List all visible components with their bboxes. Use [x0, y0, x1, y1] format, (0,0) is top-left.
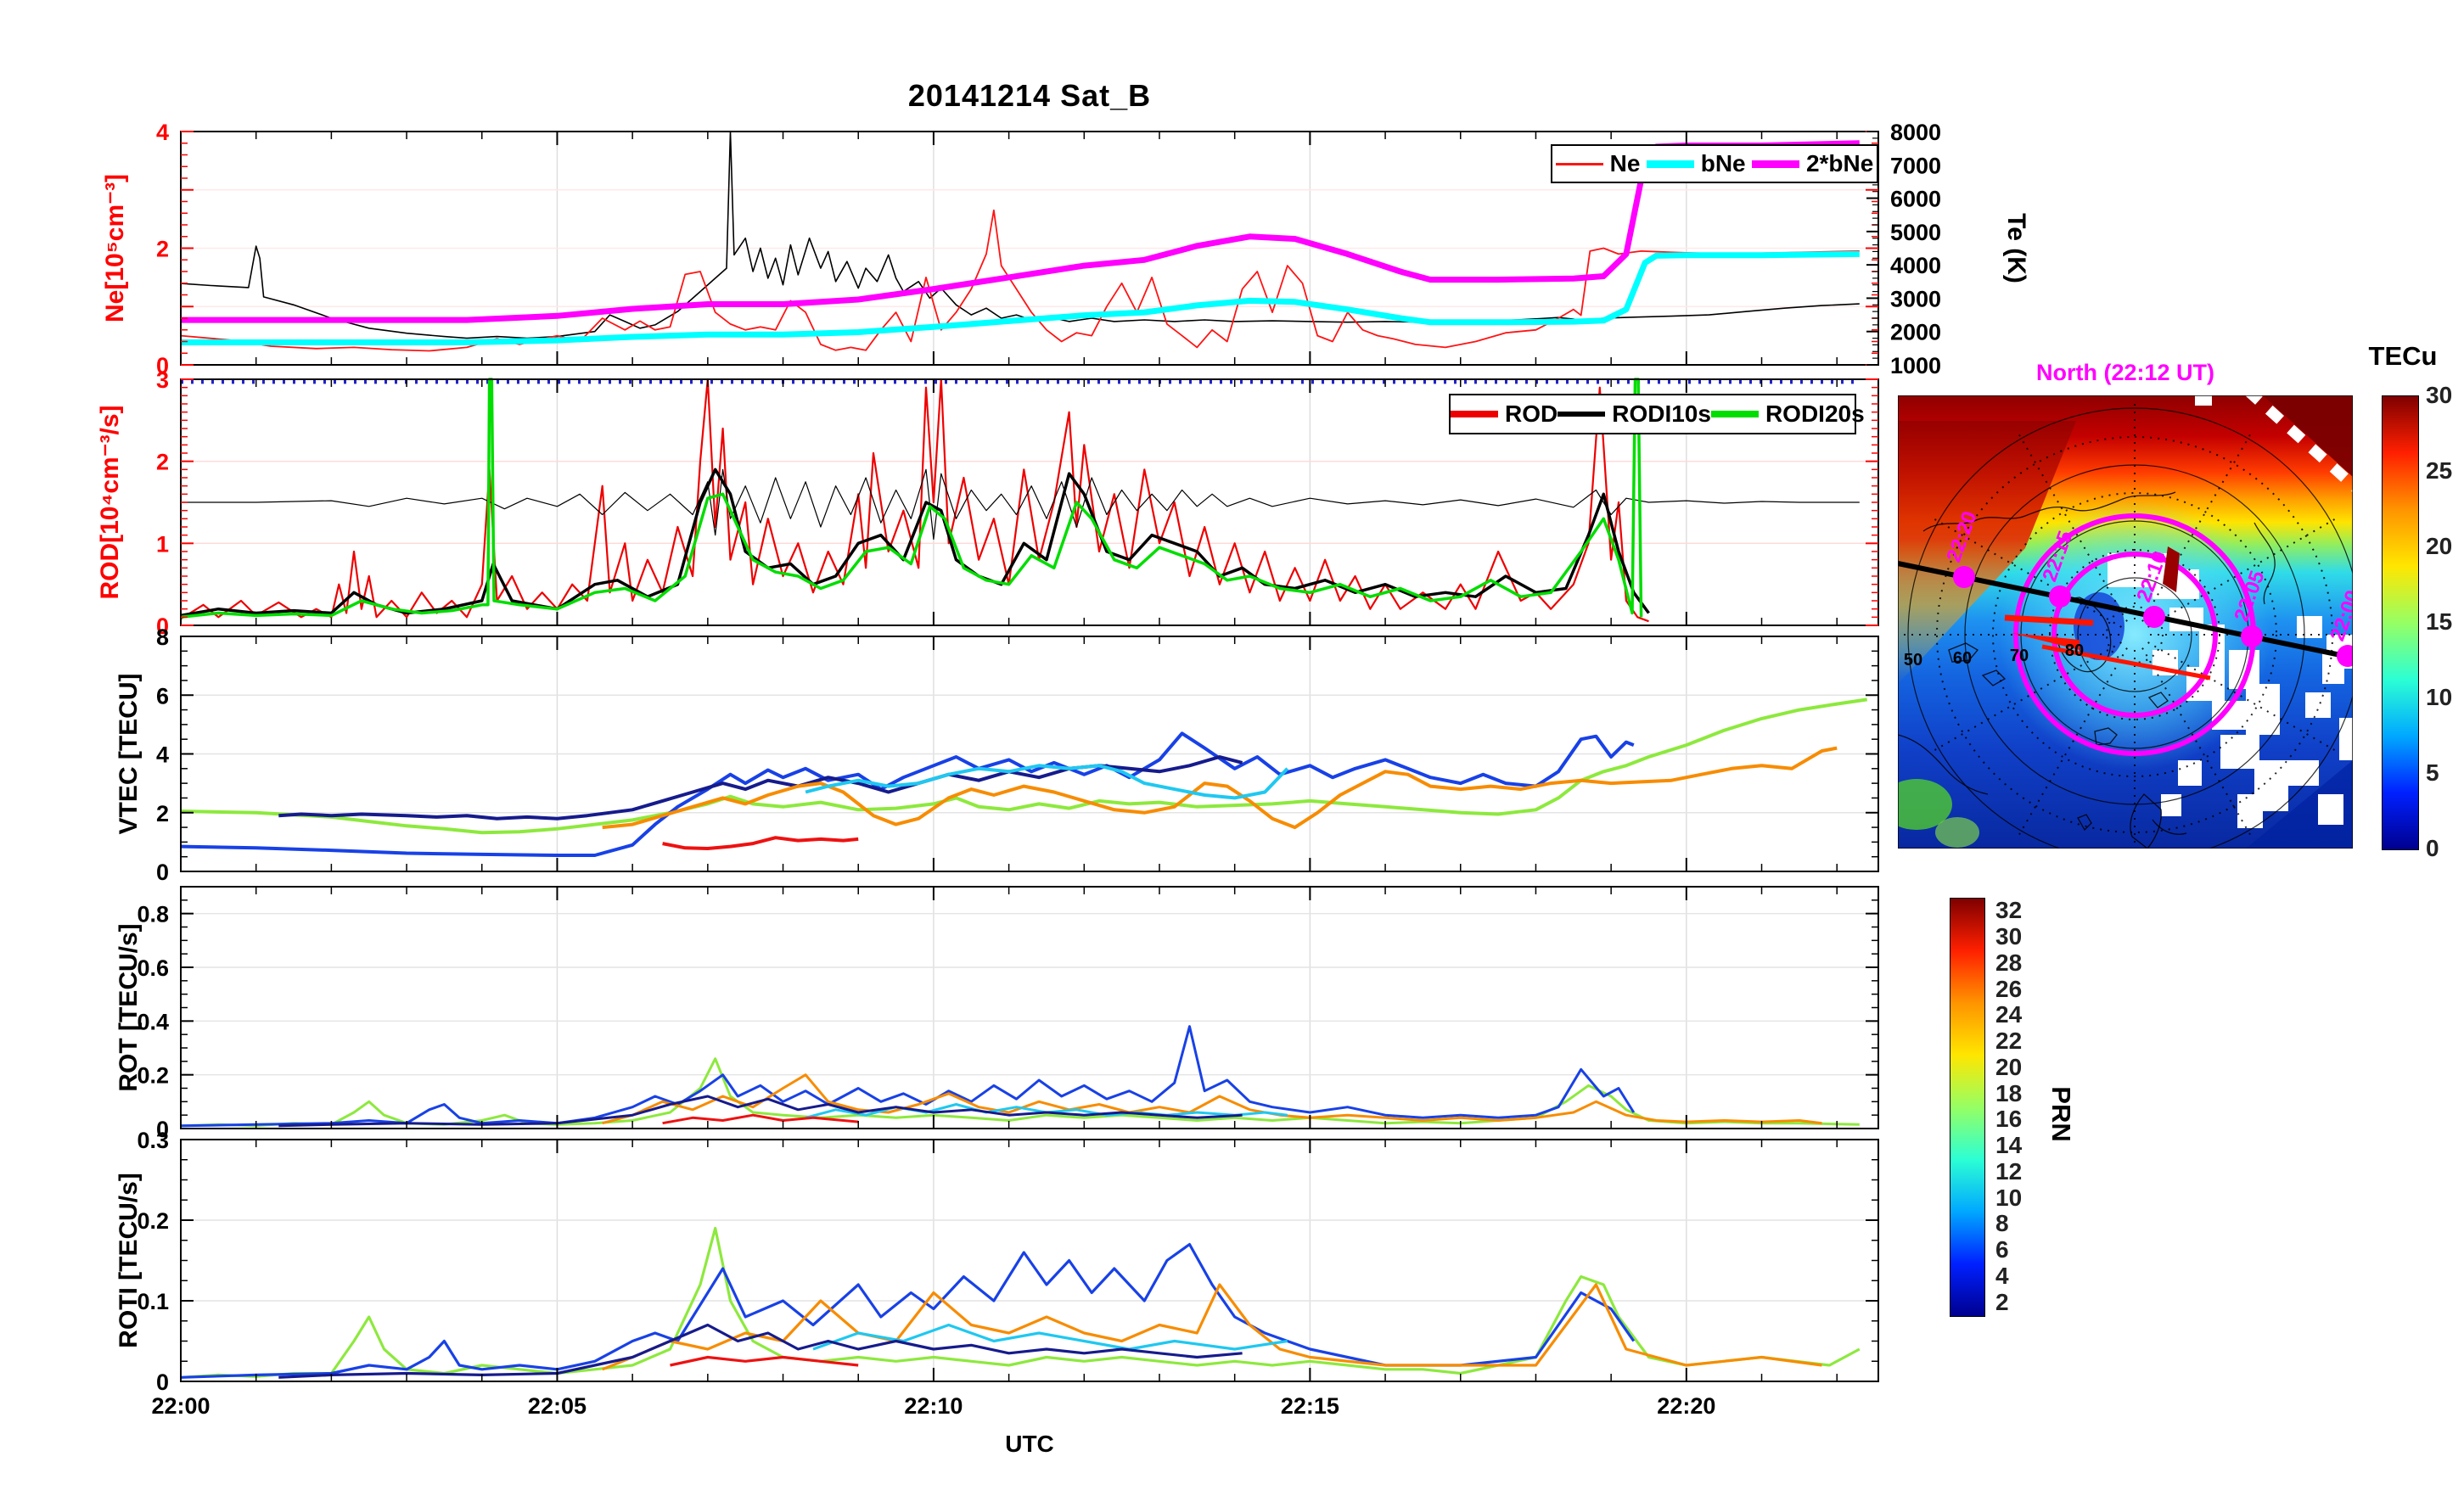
prn-tick-label: 2: [1995, 1288, 2009, 1315]
svg-text:3000: 3000: [1890, 286, 1941, 311]
rodi10s-line-sample: [1558, 412, 1606, 417]
rod-line-sample: [1451, 411, 1498, 417]
rot-plot: 00.20.40.60.8: [137, 886, 1879, 1142]
prn-tick-label: 8: [1995, 1210, 2009, 1237]
tecu-tick-label: 30: [2426, 382, 2453, 408]
prn-tick-label: 26: [1995, 975, 2023, 1002]
svg-text:60: 60: [1953, 649, 1972, 668]
legend-label: bNe: [1700, 150, 1746, 176]
y-axis-label-ne: Ne[10⁵cm⁻³]: [101, 174, 129, 322]
rodi20s-line-sample: [1710, 411, 1759, 417]
legend-item: bNe: [1646, 150, 1746, 177]
svg-text:2: 2: [156, 801, 169, 826]
figure-title: 20141214 Sat_B: [907, 78, 1152, 113]
svg-text:0.3: 0.3: [137, 1128, 169, 1153]
svg-text:2000: 2000: [1890, 320, 1941, 345]
vtec-plot: 0 2 4 6 8: [156, 625, 1879, 885]
svg-text:7000: 7000: [1890, 153, 1941, 178]
prn-tick-label: 4: [1995, 1262, 2009, 1289]
legend-rod: ROD RODI10s RODI20s: [1449, 394, 1865, 434]
prn-tick-label: 30: [1995, 923, 2023, 950]
svg-text:6: 6: [156, 683, 169, 709]
legend-item: 2*bNe: [1751, 150, 1874, 177]
y-axis-label-roti: ROTI [TECU/s]: [115, 1173, 143, 1348]
tecu-tick-label: 5: [2426, 759, 2439, 786]
prn-tick-label: 24: [1995, 1001, 2023, 1028]
svg-text:4: 4: [156, 120, 169, 145]
prn-tick-label: 20: [1995, 1053, 2023, 1080]
svg-text:4000: 4000: [1890, 253, 1941, 278]
bne-line-sample: [1646, 160, 1694, 168]
map-title: North (22:12 UT): [2035, 360, 2214, 385]
y-axis-label-te: Te (K): [2002, 213, 2030, 283]
prn-tick-label: 28: [1995, 949, 2023, 976]
prn-colorbar: [1950, 898, 1985, 1317]
svg-text:0.2: 0.2: [137, 1208, 169, 1234]
tecu-tick-label: 10: [2426, 684, 2453, 710]
svg-text:70: 70: [2010, 647, 2029, 665]
prn-tick-label: 6: [1995, 1236, 2009, 1263]
legend-ne: Ne bNe 2*bNe: [1551, 144, 1878, 183]
prn-tick-label: 16: [1995, 1106, 2023, 1133]
tecu-tick-label: 25: [2426, 457, 2453, 484]
legend-label: RODI20s: [1765, 401, 1865, 427]
tecu-tick-label: 15: [2426, 608, 2453, 635]
y-axis-label-rod: ROD[10⁴cm⁻³/s]: [96, 405, 124, 600]
tecu-colorbar-title: TECu: [2368, 341, 2438, 371]
svg-text:0.2: 0.2: [137, 1063, 169, 1089]
roti-plot: 0 0.1 0.2 0.3 22:00 22:05 22:10 22:15 22:20: [137, 1128, 1879, 1419]
svg-text:3: 3: [156, 367, 169, 393]
tecu-tick-label: 20: [2426, 533, 2453, 559]
x-axis-label: UTC: [1005, 1431, 1054, 1457]
svg-text:8000: 8000: [1890, 120, 1941, 145]
svg-text:4: 4: [156, 742, 169, 768]
svg-text:50: 50: [1904, 651, 1922, 669]
legend-label: 2*bNe: [1805, 150, 1874, 176]
legend-item: RODI10s: [1558, 401, 1711, 428]
legend-item: ROD: [1451, 401, 1558, 428]
svg-text:1: 1: [156, 531, 169, 557]
svg-text:6000: 6000: [1890, 187, 1941, 212]
tec-map-canvas: 22:20 22:15 22:10 22:05 22:0050 60 70 80: [1897, 395, 2354, 849]
y-axis-label-vtec: VTEC [TECU]: [115, 673, 143, 835]
prn-tick-label: 22: [1995, 1028, 2023, 1055]
svg-text:0.6: 0.6: [137, 955, 169, 981]
svg-text:0.1: 0.1: [137, 1289, 169, 1314]
tecu-tick-label: 0: [2426, 835, 2439, 861]
svg-text:8: 8: [156, 625, 169, 650]
prn-tick-label: 12: [1995, 1157, 2023, 1185]
prn-tick-label: 18: [1995, 1079, 2023, 1106]
svg-text:22:10: 22:10: [904, 1393, 963, 1419]
ne-line-sample: [1555, 162, 1603, 165]
legend-item: Ne: [1555, 150, 1641, 177]
svg-text:2: 2: [156, 237, 169, 262]
svg-text:80: 80: [2065, 641, 2084, 660]
prn-tick-label: 10: [1995, 1184, 2023, 1211]
legend-label: Ne: [1609, 150, 1641, 176]
tec-map: 22:20 22:15 22:10 22:05 22:00 50 60 70 80: [1897, 395, 2354, 853]
legend-label: ROD: [1505, 401, 1558, 427]
figure: 20141214 Sat_B Ne[10⁵cm⁻³] ROD[10⁴cm⁻³/s…: [0, 0, 2464, 1490]
svg-text:0: 0: [156, 1370, 169, 1395]
svg-text:2: 2: [156, 450, 169, 475]
svg-text:0.8: 0.8: [137, 902, 169, 927]
2bne-line-sample: [1751, 160, 1799, 168]
svg-text:5000: 5000: [1890, 220, 1941, 245]
svg-text:22:15: 22:15: [1281, 1393, 1339, 1419]
svg-text:22:20: 22:20: [1657, 1393, 1715, 1419]
svg-text:22:05: 22:05: [528, 1393, 587, 1419]
prn-tick-label: 32: [1995, 897, 2023, 924]
tecu-colorbar: [2382, 395, 2419, 850]
legend-item: RODI20s: [1710, 401, 1865, 428]
prn-colorbar-label: PRN: [2046, 1086, 2076, 1142]
svg-text:22:00: 22:00: [151, 1393, 210, 1419]
legend-label: RODI10s: [1612, 401, 1711, 427]
prn-tick-label: 14: [1995, 1132, 2023, 1159]
svg-text:0: 0: [156, 860, 169, 885]
svg-text:0.4: 0.4: [137, 1009, 169, 1034]
